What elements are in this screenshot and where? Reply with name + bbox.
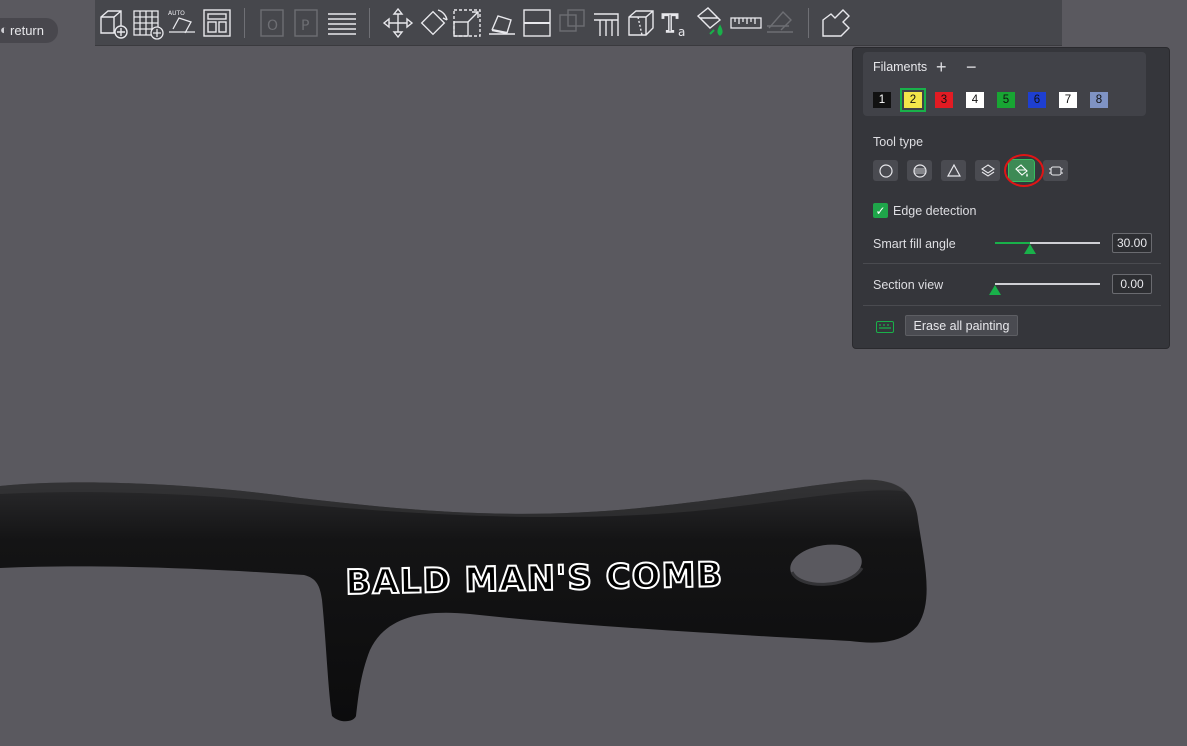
edge-detection-label: Edge detection: [893, 203, 977, 218]
add-plate-icon: [133, 9, 164, 40]
section-view-slider[interactable]: [995, 283, 1100, 285]
circle-brush-button[interactable]: [873, 160, 898, 181]
edge-detection-checkbox[interactable]: ✓: [873, 203, 888, 218]
measure-button[interactable]: [729, 6, 763, 40]
add-object-icon: [100, 9, 129, 39]
add-object-button[interactable]: [95, 6, 129, 40]
gap-fill-icon: [1048, 165, 1063, 176]
toolbar-separator: [244, 7, 246, 38]
section-view-value[interactable]: 0.00: [1112, 274, 1152, 294]
filament-swatch[interactable]: 5: [997, 92, 1015, 108]
text-emboss-button[interactable]: T a: [659, 6, 693, 40]
boolean-button[interactable]: [555, 6, 589, 40]
triangle-brush-button[interactable]: [941, 160, 966, 181]
svg-text:P: P: [301, 18, 309, 34]
return-label: return: [10, 23, 44, 38]
section-view-slider-thumb[interactable]: [989, 285, 1001, 295]
circle-brush-icon: [878, 163, 893, 178]
arrange-icon: [203, 8, 231, 37]
sphere-brush-button[interactable]: [907, 160, 932, 181]
return-button[interactable]: ◐ return: [0, 18, 58, 43]
lay-on-face-button[interactable]: [485, 6, 519, 40]
sphere-brush-icon: [912, 163, 927, 178]
color-painting-button[interactable]: [694, 6, 728, 40]
move-button[interactable]: [381, 6, 415, 40]
add-plate-button[interactable]: [130, 6, 164, 40]
add-filament-button[interactable]: +: [936, 57, 947, 78]
checkmark-icon: ✓: [875, 203, 886, 218]
variable-layer-height-button[interactable]: [819, 6, 853, 40]
svg-text:AUTO: AUTO: [168, 10, 185, 17]
section-view-label: Section view: [873, 278, 944, 292]
divider: [863, 263, 1161, 264]
filaments-group: Filaments + − 12345678: [863, 52, 1146, 116]
tool-type-title: Tool type: [873, 135, 924, 149]
seam-painting-button[interactable]: [624, 6, 658, 40]
support-painting-button[interactable]: [590, 6, 624, 40]
auto-orient-icon: AUTO: [168, 10, 195, 33]
filament-swatch[interactable]: 1: [873, 92, 891, 108]
split-parts-button[interactable]: P: [290, 6, 324, 40]
toolbar-separator: [807, 7, 809, 38]
move-icon: [382, 7, 413, 38]
filaments-title: Filaments: [873, 60, 928, 74]
arrange-button[interactable]: [200, 6, 234, 40]
rotate-button[interactable]: [416, 6, 450, 40]
split-parts-icon: P: [294, 8, 318, 37]
color-painting-panel: Filaments + − 12345678 Tool type ✓ Edge …: [852, 47, 1170, 349]
split-objects-icon: O: [259, 8, 284, 37]
filament-swatch[interactable]: 2: [900, 88, 926, 112]
color-painting-icon: [696, 6, 723, 36]
gap-fill-button[interactable]: [1043, 160, 1068, 181]
filament-swatch[interactable]: 7: [1059, 92, 1077, 108]
main-toolbar: AUTO O P T a: [95, 0, 1062, 46]
lay-on-face-icon: [489, 14, 516, 35]
svg-text:a: a: [678, 25, 685, 39]
smart-fill-angle-label: Smart fill angle: [873, 237, 956, 251]
edge-detection-row[interactable]: ✓ Edge detection: [873, 203, 976, 218]
erase-all-painting-button[interactable]: Erase all painting: [905, 315, 1018, 336]
return-icon: ◐: [0, 22, 8, 37]
svg-text:O: O: [267, 18, 278, 34]
layers-icon: [328, 12, 357, 35]
assembly-icon: [767, 10, 794, 33]
text-emboss-icon: T a: [661, 9, 685, 39]
toolbar-separator: [369, 7, 371, 38]
auto-orient-button[interactable]: AUTO: [165, 6, 199, 40]
boolean-icon: [559, 8, 585, 32]
filament-swatch[interactable]: 6: [1028, 92, 1046, 108]
seam-painting-icon: [628, 9, 655, 36]
filament-swatches: 12345678: [873, 88, 1121, 112]
embossed-text: BALD MAN'S COMB: [344, 554, 725, 604]
filament-swatch[interactable]: 3: [935, 92, 953, 108]
height-range-icon: [980, 163, 995, 177]
scale-icon: [453, 8, 482, 37]
variable-layer-height-icon: [822, 8, 851, 37]
filament-swatch[interactable]: 4: [966, 92, 984, 108]
scale-button[interactable]: [450, 6, 484, 40]
keyboard-shortcuts-icon[interactable]: [876, 321, 894, 333]
smart-fill-angle-value[interactable]: 30.00: [1112, 233, 1152, 253]
svg-text:T: T: [662, 10, 678, 38]
support-painting-icon: [593, 12, 619, 36]
triangle-brush-icon: [946, 163, 961, 177]
split-objects-button[interactable]: O: [256, 6, 290, 40]
cut-button[interactable]: [520, 6, 554, 40]
annotation-highlight-circle: [1004, 154, 1044, 187]
remove-filament-button[interactable]: −: [966, 57, 977, 78]
divider: [863, 305, 1161, 306]
filament-swatch[interactable]: 8: [1090, 92, 1108, 108]
layers-button[interactable]: [325, 6, 359, 40]
measure-icon: [730, 16, 762, 29]
tool-type-buttons: [873, 159, 1077, 182]
smart-fill-slider-thumb[interactable]: [1023, 244, 1036, 254]
rotate-icon: [420, 8, 448, 35]
cut-icon: [523, 8, 551, 37]
height-range-button[interactable]: [975, 160, 1000, 181]
assembly-button[interactable]: [763, 6, 797, 40]
